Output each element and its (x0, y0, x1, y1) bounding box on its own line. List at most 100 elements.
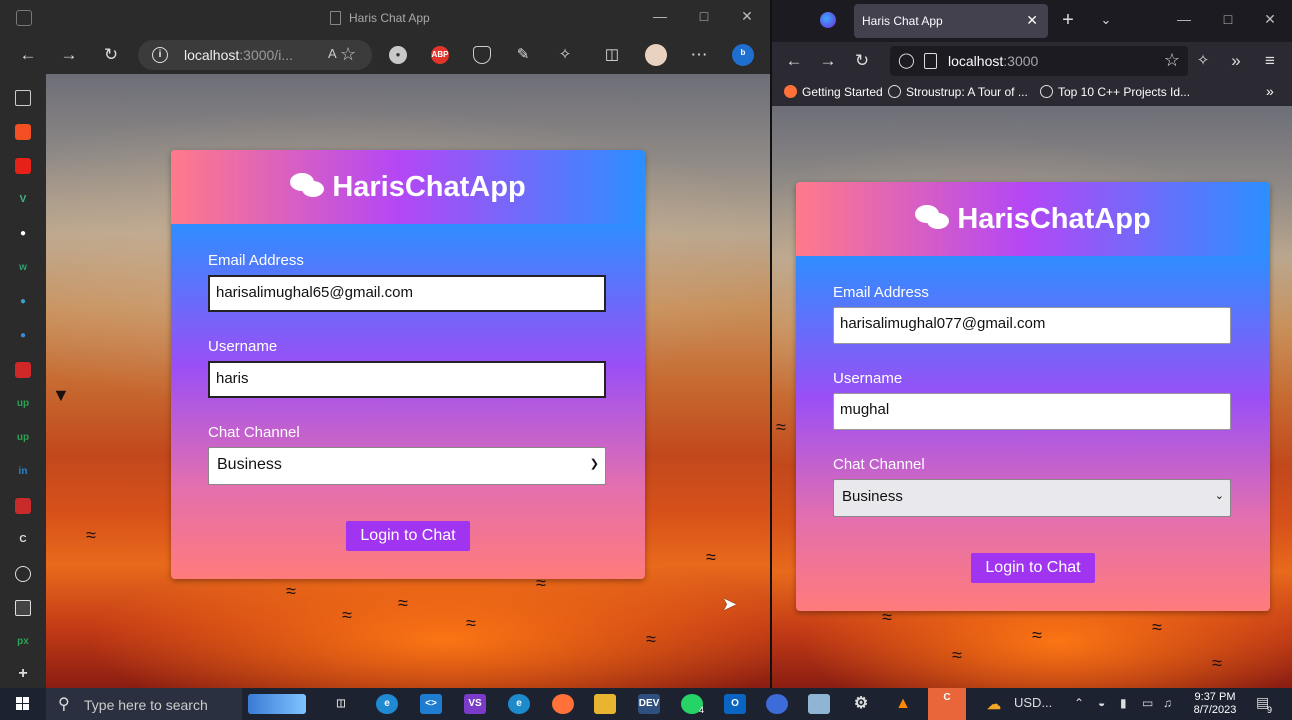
network-icon[interactable]: ◒ (1098, 696, 1105, 710)
firefox-view-icon[interactable] (820, 12, 836, 28)
bird-silhouette: ▼ (52, 385, 70, 405)
search-highlight-icon[interactable] (248, 694, 306, 714)
read-aloud-icon[interactable]: A (328, 46, 337, 61)
chevron-down-icon: ❯ (589, 458, 599, 470)
edge-toolbar: ← → ↻ i localhost:3000/i... A ☆ ● ABP ✎ … (0, 36, 770, 74)
youtube-icon[interactable] (15, 158, 31, 174)
upwork-icon-1[interactable]: up (15, 396, 31, 412)
windows-taskbar: ⚲ Type here to search ◫ e <> VS e DEV 4 … (0, 688, 1292, 720)
linkedin-icon[interactable]: in (15, 464, 31, 480)
visual-studio-icon[interactable]: VS (464, 694, 486, 714)
tab-actions-icon[interactable] (15, 90, 31, 106)
edge-dev-icon[interactable]: e (508, 694, 530, 714)
bookmarks-overflow-icon[interactable]: » (1266, 83, 1274, 99)
app-icon-3[interactable]: ● (15, 328, 31, 344)
office-icon[interactable] (15, 124, 31, 140)
forward-icon[interactable]: → (816, 50, 840, 72)
task-view-icon[interactable]: ◫ (330, 694, 352, 714)
app-icon-5[interactable] (15, 498, 31, 514)
list-tabs-icon[interactable]: ⌄ (1094, 9, 1118, 31)
app-icon-1[interactable]: w (15, 260, 31, 276)
ff-minimize-button[interactable]: — (1174, 11, 1194, 27)
add-sidebar-icon[interactable]: + (15, 666, 31, 682)
favorite-star-icon[interactable]: ☆ (340, 44, 356, 65)
extensions-puzzle-icon[interactable]: ✧ (553, 44, 577, 66)
login-button[interactable]: Login to Chat (346, 521, 470, 551)
current-page-icon[interactable] (15, 600, 31, 616)
channel-select[interactable]: Business ⌄ (833, 479, 1231, 517)
vlc-icon[interactable]: ▲ (892, 694, 914, 714)
ff-maximize-button[interactable]: □ (1218, 11, 1238, 27)
refresh-icon[interactable]: ↻ (850, 50, 874, 72)
ff-close-button[interactable]: ✕ (1260, 11, 1280, 28)
app-icon-c[interactable]: C (15, 532, 31, 548)
eyedropper-icon[interactable]: ✎ (511, 44, 535, 66)
url-text[interactable]: localhost:3000 (948, 53, 1038, 69)
split-screen-icon[interactable]: ◫ (600, 44, 624, 66)
back-icon[interactable]: ← (782, 50, 806, 72)
profile-avatar[interactable] (645, 44, 667, 66)
site-info-icon[interactable]: i (152, 47, 168, 63)
codeblocks-icon[interactable]: C (928, 688, 966, 720)
bookmark-stroustrup[interactable]: Stroustrup: A Tour of ... (888, 85, 1028, 99)
email-field[interactable]: harisalimughal077@gmail.com (833, 307, 1231, 344)
app-icon-px[interactable]: px (15, 634, 31, 650)
vscode-icon[interactable]: <> (420, 694, 442, 714)
outlook-icon[interactable]: O (724, 694, 746, 714)
active-tab[interactable]: Haris Chat App ✕ (854, 4, 1048, 38)
username-field[interactable]: mughal (833, 393, 1231, 430)
settings-gear-icon[interactable]: ⚙ (850, 694, 872, 714)
currency-widget[interactable]: USD... (1014, 695, 1052, 710)
battery-icon[interactable]: ▭ (1142, 696, 1153, 710)
system-clock[interactable]: 9:37 PM 8/7/2023 (1188, 691, 1242, 717)
vue-icon[interactable]: V (15, 192, 31, 208)
volume-icon[interactable]: ♫ (1163, 696, 1172, 710)
login-button[interactable]: Login to Chat (971, 553, 1095, 583)
workspaces-icon[interactable] (16, 10, 32, 26)
extension-face-icon[interactable]: ● (389, 46, 407, 64)
close-tab-icon[interactable]: ✕ (1026, 12, 1038, 29)
refresh-icon[interactable]: ↻ (99, 44, 123, 66)
email-field[interactable]: harisalimughal65@gmail.com (208, 275, 606, 312)
github-icon[interactable] (15, 566, 31, 582)
more-menu-icon[interactable]: ⋯ (687, 44, 711, 66)
tray-overflow-icon[interactable]: ⌃ (1074, 696, 1084, 710)
dev-app-icon[interactable]: DEV (638, 694, 660, 714)
minimize-button[interactable]: — (650, 8, 670, 24)
microphone-icon[interactable]: ▮ (1120, 696, 1127, 710)
bing-copilot-icon[interactable]: b (732, 44, 754, 66)
extensions-icon[interactable]: ✧ (1191, 50, 1215, 72)
whatsapp-badge: 4 (699, 705, 705, 715)
chrome-app-icon[interactable] (766, 694, 788, 714)
edge-taskbar-icon[interactable]: e (376, 694, 398, 714)
search-icon: ⚲ (58, 696, 70, 713)
privacy-shield-icon[interactable] (473, 46, 491, 64)
adblock-plus-icon[interactable]: ABP (431, 46, 449, 64)
upwork-icon-2[interactable]: up (15, 430, 31, 446)
address-bar[interactable]: ◯ localhost:3000 ☆ (890, 46, 1188, 76)
back-icon[interactable]: ← (16, 44, 40, 66)
overflow-chevron-icon[interactable]: » (1224, 50, 1248, 72)
tracking-shield-icon[interactable]: ◯ (898, 51, 915, 69)
url-text[interactable]: localhost:3000/i... (184, 47, 293, 63)
notes-app-icon[interactable] (808, 694, 830, 714)
forward-icon[interactable]: → (57, 44, 81, 66)
app-icon-4[interactable] (15, 362, 31, 378)
windows-start-icon[interactable] (16, 697, 30, 711)
new-tab-icon[interactable]: + (1056, 9, 1080, 31)
bookmark-getting-started[interactable]: Getting Started (784, 85, 883, 99)
channel-select[interactable]: Business ❯ (208, 447, 606, 485)
bookmark-cpp-projects[interactable]: Top 10 C++ Projects Id... (1040, 85, 1190, 99)
media-icon[interactable]: ● (15, 226, 31, 242)
address-bar[interactable]: i localhost:3000/i... A ☆ (138, 40, 372, 70)
firefox-taskbar-icon[interactable] (552, 694, 574, 714)
hamburger-menu-icon[interactable]: ≡ (1258, 50, 1282, 72)
maximize-button[interactable]: □ (694, 8, 714, 24)
app-icon-2[interactable]: ● (15, 294, 31, 310)
bird-silhouette: ≈ (1212, 653, 1222, 673)
username-field[interactable]: haris (208, 361, 606, 398)
close-button[interactable]: ✕ (737, 8, 757, 25)
file-explorer-icon[interactable] (594, 694, 616, 714)
bookmark-star-icon[interactable]: ☆ (1164, 50, 1180, 71)
taskbar-search[interactable]: ⚲ Type here to search (46, 688, 242, 720)
